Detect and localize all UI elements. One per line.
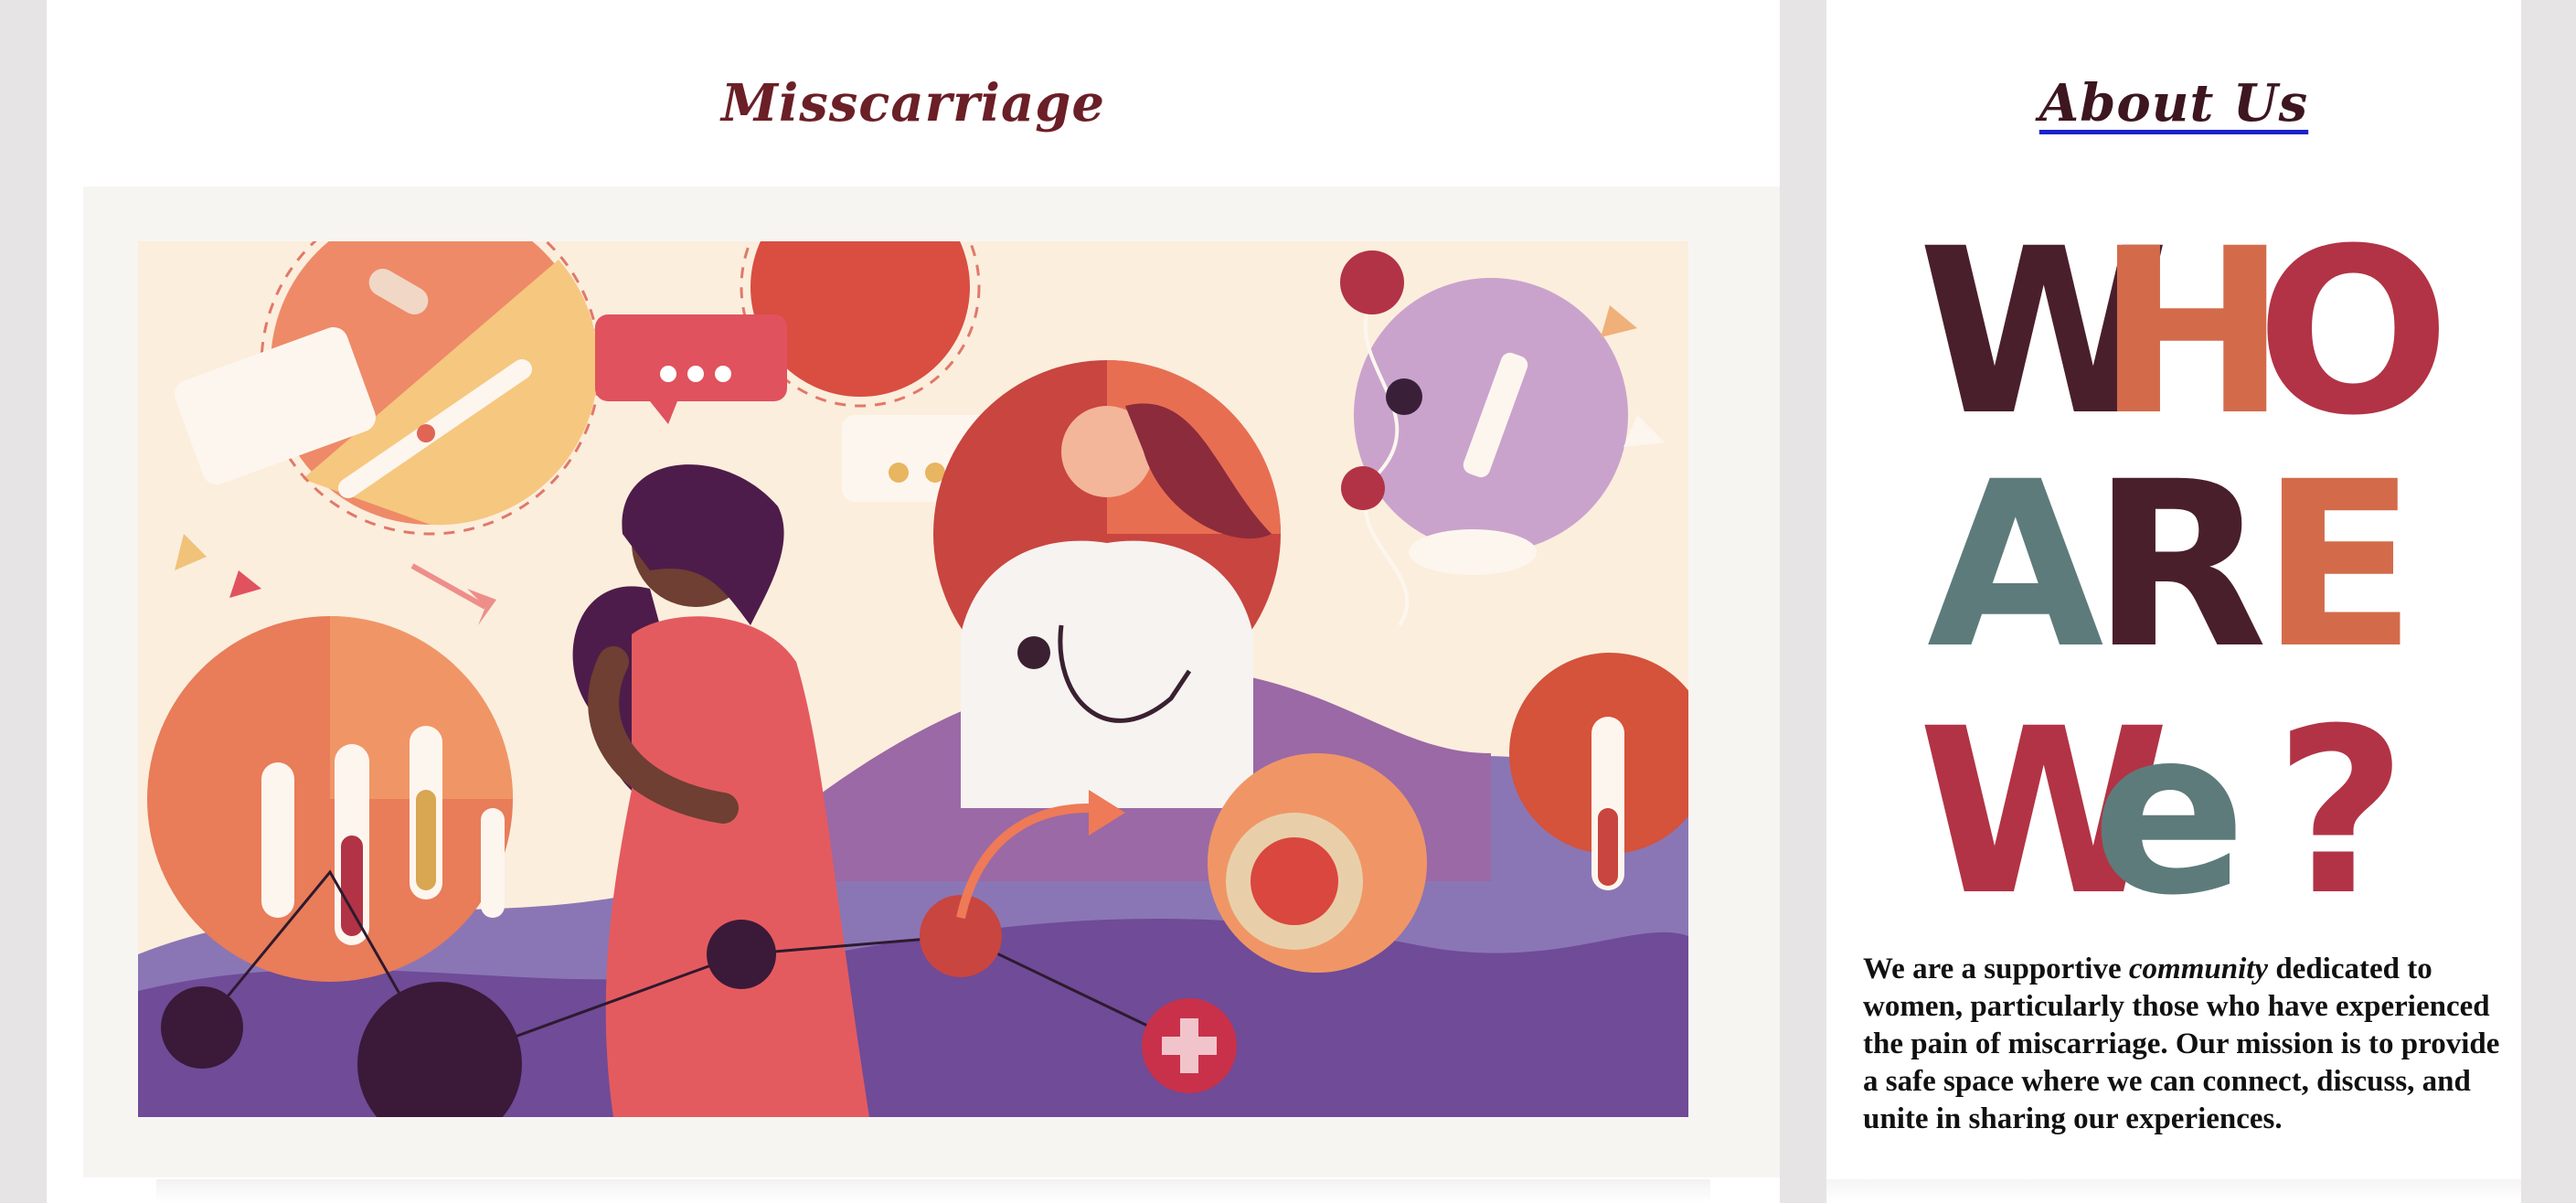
card-bottom-shadow	[156, 1179, 1710, 1203]
description-part: We are a supportive	[1863, 953, 2129, 985]
svg-text:O: O	[2256, 199, 2439, 465]
hero-image-frame	[83, 186, 1780, 1177]
about-us-heading: About Us	[1826, 73, 2521, 133]
svg-text:A: A	[1927, 432, 2103, 698]
svg-text:e: e	[2092, 679, 2247, 914]
about-us-link[interactable]: About Us	[2039, 73, 2308, 133]
main-card: Misscarriage	[47, 0, 1780, 1203]
svg-text:?: ?	[2274, 679, 2407, 914]
miscarriage-illustration	[138, 241, 1688, 1117]
card-bottom-shadow	[1826, 1179, 2521, 1203]
about-us-card: About Us W H O A R E W e ? We are a supp…	[1826, 0, 2521, 1203]
description-emphasis: community	[2128, 953, 2269, 985]
who-are-we-poster: W H O A R E W e ?	[1918, 199, 2439, 914]
svg-text:R: R	[2092, 432, 2268, 698]
about-us-description: We are a supportive community dedicated …	[1863, 951, 2503, 1138]
page-title: Misscarriage	[720, 73, 1106, 133]
plus-icon	[1142, 998, 1237, 1093]
svg-text:E: E	[2261, 432, 2417, 698]
